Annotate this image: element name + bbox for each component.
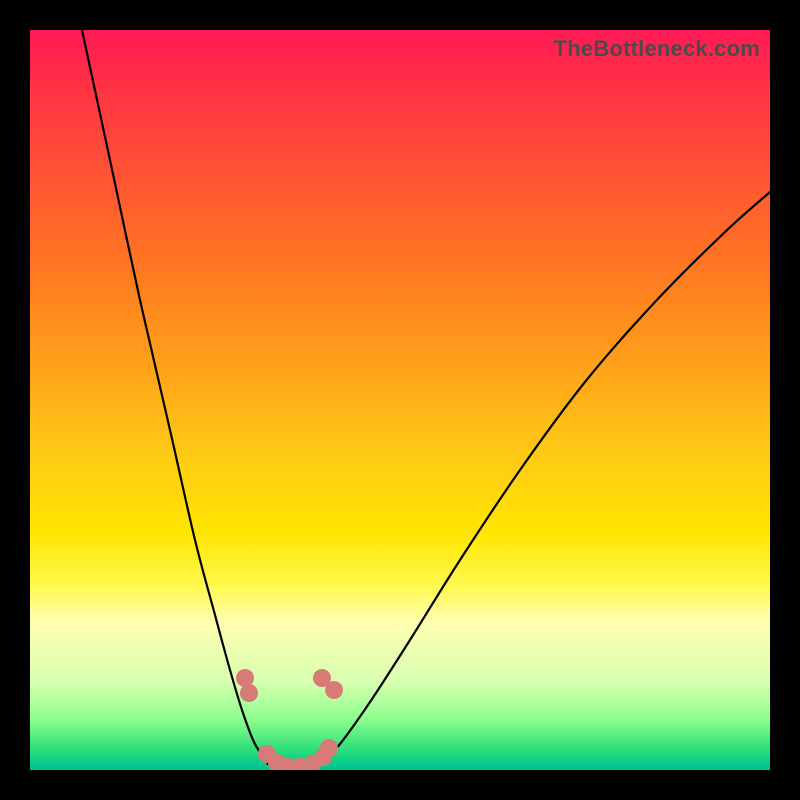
data-marker [240, 684, 258, 702]
curve-right-branch [320, 192, 770, 764]
plot-area: TheBottleneck.com [30, 30, 770, 770]
data-marker [325, 681, 343, 699]
data-marker [320, 739, 338, 757]
curve-layer [30, 30, 770, 770]
marker-group [236, 669, 343, 770]
curve-left-branch [82, 30, 268, 764]
chart-outer: TheBottleneck.com [0, 0, 800, 800]
